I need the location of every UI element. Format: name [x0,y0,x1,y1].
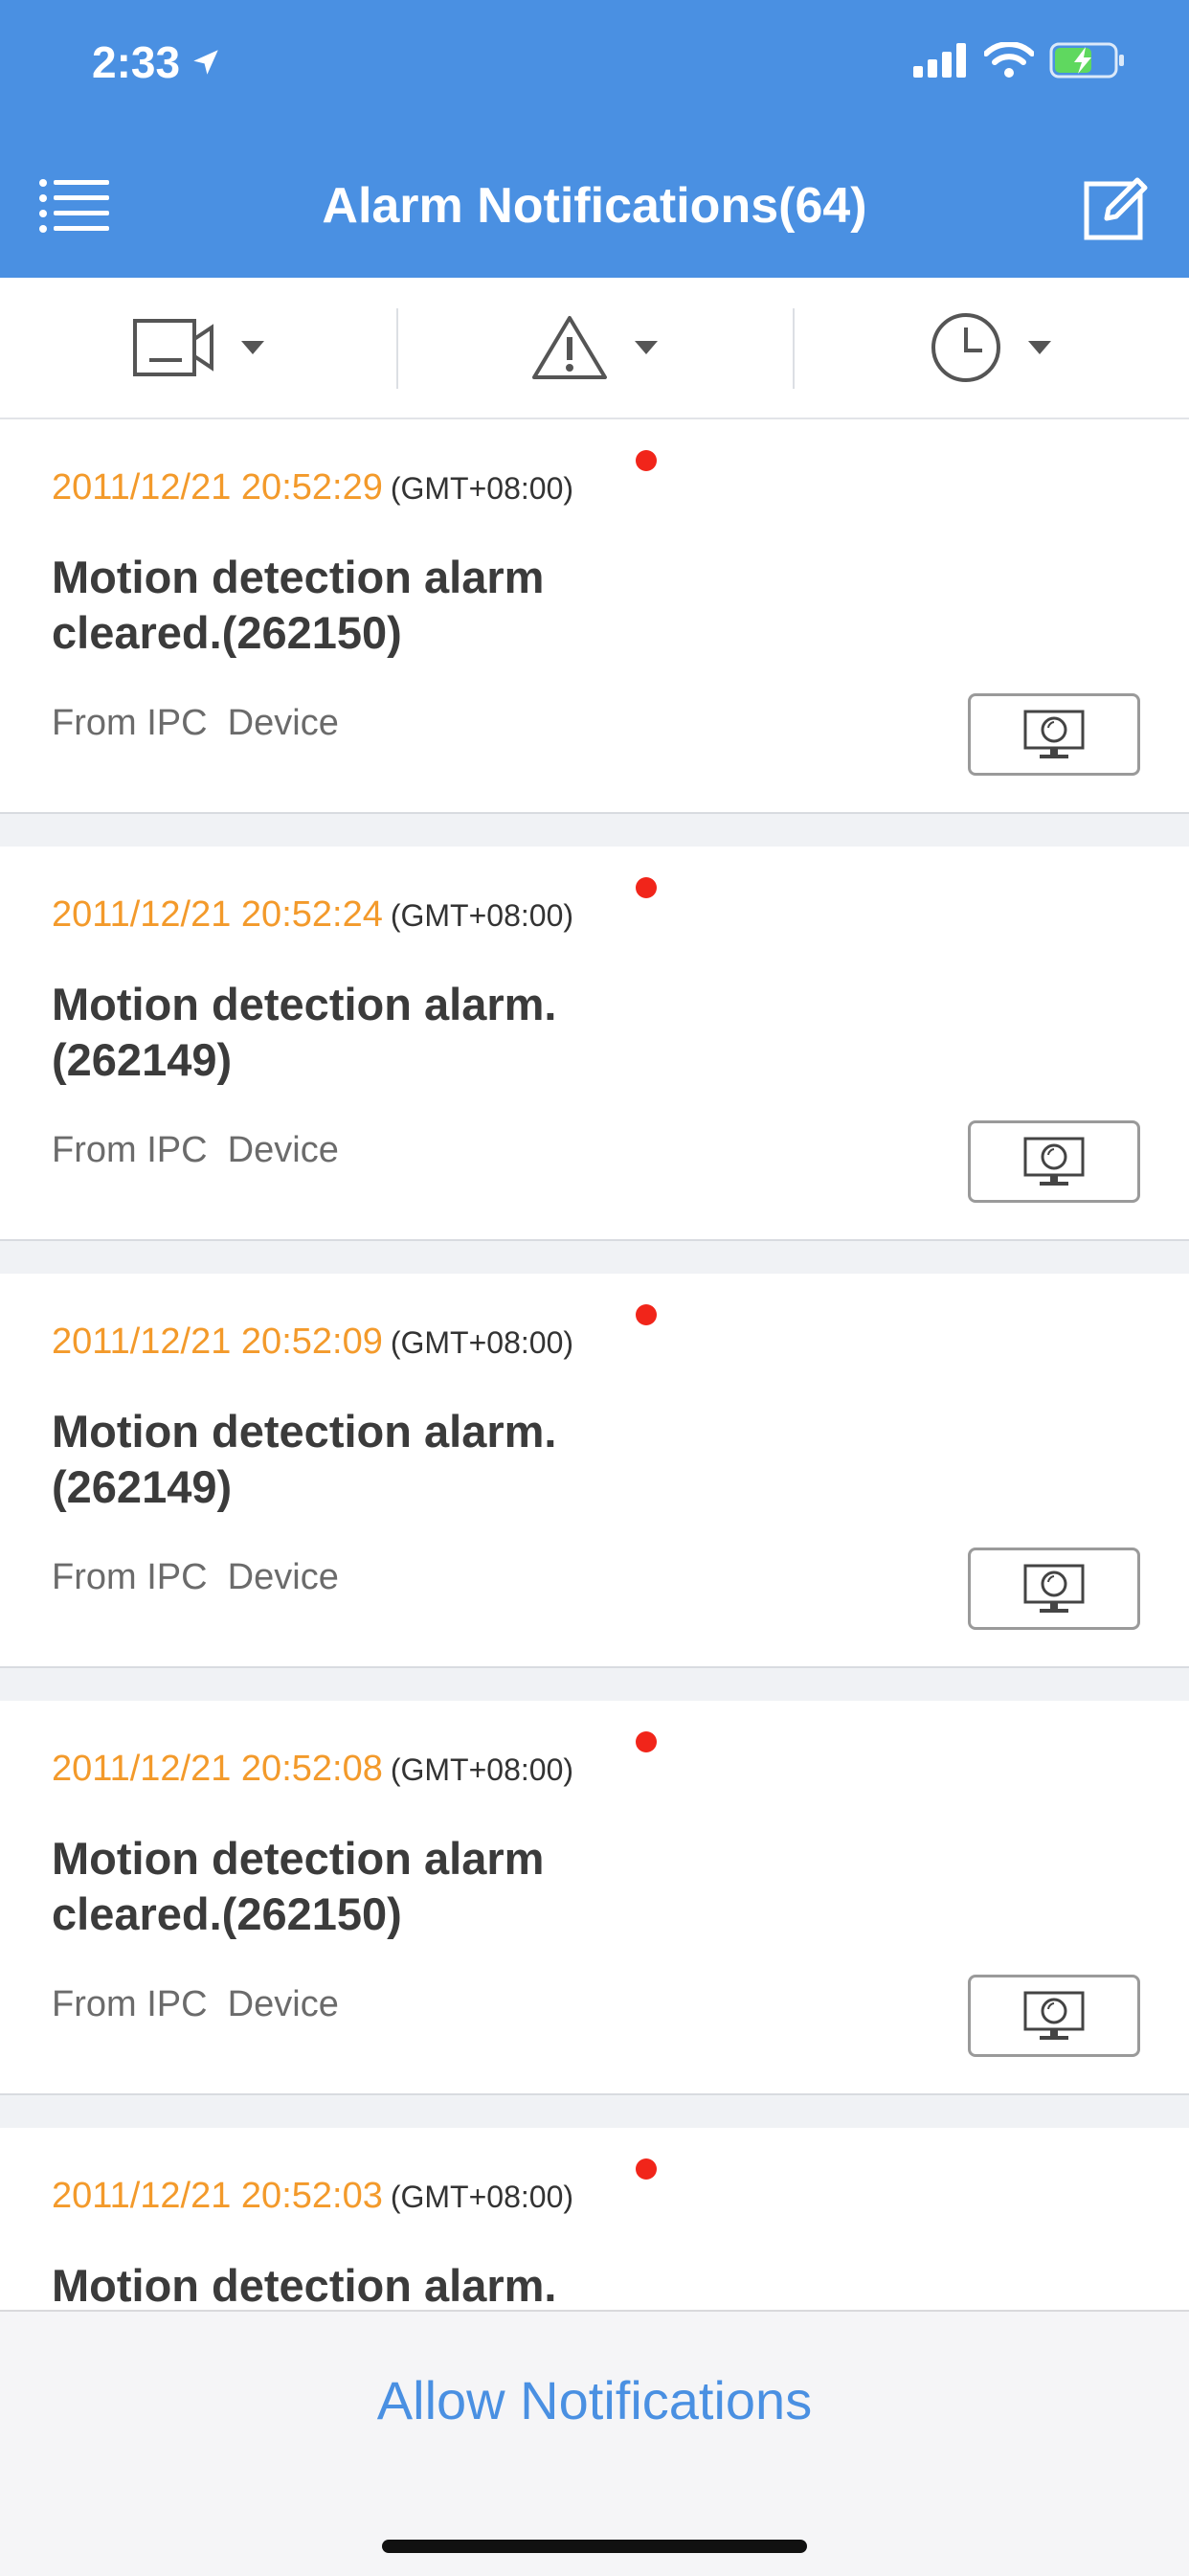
alarm-time: 2011/12/21 20:52:24 (GMT+08:00) [52,894,574,935]
alarm-source: From IPC Device [52,1557,339,1597]
alarm-item[interactable]: 2011/12/21 20:52:24 (GMT+08:00) Motion de… [0,847,1189,1241]
view-video-button[interactable] [968,693,1140,776]
location-arrow-icon [193,50,218,75]
status-time-label: 2:33 [92,37,181,87]
alarm-source: From IPC Device [52,1130,339,1170]
time-filter[interactable] [793,278,1189,418]
alarm-message: Motion detection alarm.(262149) [52,1406,557,1512]
filter-bar [0,278,1189,419]
unread-dot [636,1731,657,1752]
device-filter[interactable] [0,278,396,418]
signal-icon [913,43,966,78]
battery-charging-icon [1049,42,1124,79]
alarm-time: 2011/12/21 20:52:08 (GMT+08:00) [52,1749,574,1789]
page-title: Alarm Notifications(64) [322,178,867,234]
camera-icon [133,319,213,376]
alarm-type-filter[interactable] [396,278,793,418]
alarm-source: From IPC Device [52,703,339,743]
unread-dot [636,1304,657,1325]
clock-icon [931,313,1000,382]
home-indicator [382,2540,807,2553]
alarm-timezone: (GMT+08:00) [390,1325,574,1360]
alarm-list: 2011/12/21 20:52:29 (GMT+08:00) Motion de… [0,419,1189,2555]
status-time: 2:33 [92,36,222,88]
alarm-message: Motion detection alarm. [52,2260,557,2311]
alarm-time: 2011/12/21 20:52:03 (GMT+08:00) [52,2176,574,2216]
edit-icon [1084,177,1148,240]
alarm-item[interactable]: 2011/12/21 20:52:08 (GMT+08:00) Motion de… [0,1701,1189,2095]
allow-notifications-button[interactable]: Allow Notifications [0,2369,1189,2431]
view-video-button[interactable] [968,1975,1140,2057]
wifi-icon [984,42,1034,78]
status-icons [913,42,1126,79]
monitor-icon [1023,1564,1085,1613]
warning-icon [532,316,607,379]
alarm-timezone: (GMT+08:00) [390,2180,574,2214]
monitor-icon [1023,1137,1085,1186]
chevron-down-icon [241,341,264,354]
app-header: 2:33 Alarm Notifications(64) [0,0,1189,278]
alarm-message: Motion detection alarm.(262149) [52,979,557,1085]
chevron-down-icon [635,341,658,354]
monitor-icon [1023,710,1085,758]
alarm-item[interactable]: 2011/12/21 20:52:29 (GMT+08:00) Motion de… [0,419,1189,814]
alarm-source: From IPC Device [52,1984,339,2024]
view-video-button[interactable] [968,1120,1140,1203]
unread-dot [636,2158,657,2180]
alarm-message: Motion detection alarm cleared.(262150) [52,1833,545,1939]
edit-button[interactable] [1082,172,1151,241]
alarm-timezone: (GMT+08:00) [390,898,574,933]
view-video-button[interactable] [968,1548,1140,1630]
alarm-time: 2011/12/21 20:52:29 (GMT+08:00) [52,467,574,508]
monitor-icon [1023,1991,1085,2040]
chevron-down-icon [1028,341,1051,354]
alarm-item[interactable]: 2011/12/21 20:52:09 (GMT+08:00) Motion de… [0,1274,1189,1668]
alarm-timezone: (GMT+08:00) [390,471,574,506]
bottom-bar: Allow Notifications [0,2310,1189,2576]
unread-dot [636,877,657,898]
alarm-time: 2011/12/21 20:52:09 (GMT+08:00) [52,1322,574,1362]
alarm-message: Motion detection alarm cleared.(262150) [52,552,545,658]
alarm-timezone: (GMT+08:00) [390,1752,574,1787]
unread-dot [636,450,657,471]
